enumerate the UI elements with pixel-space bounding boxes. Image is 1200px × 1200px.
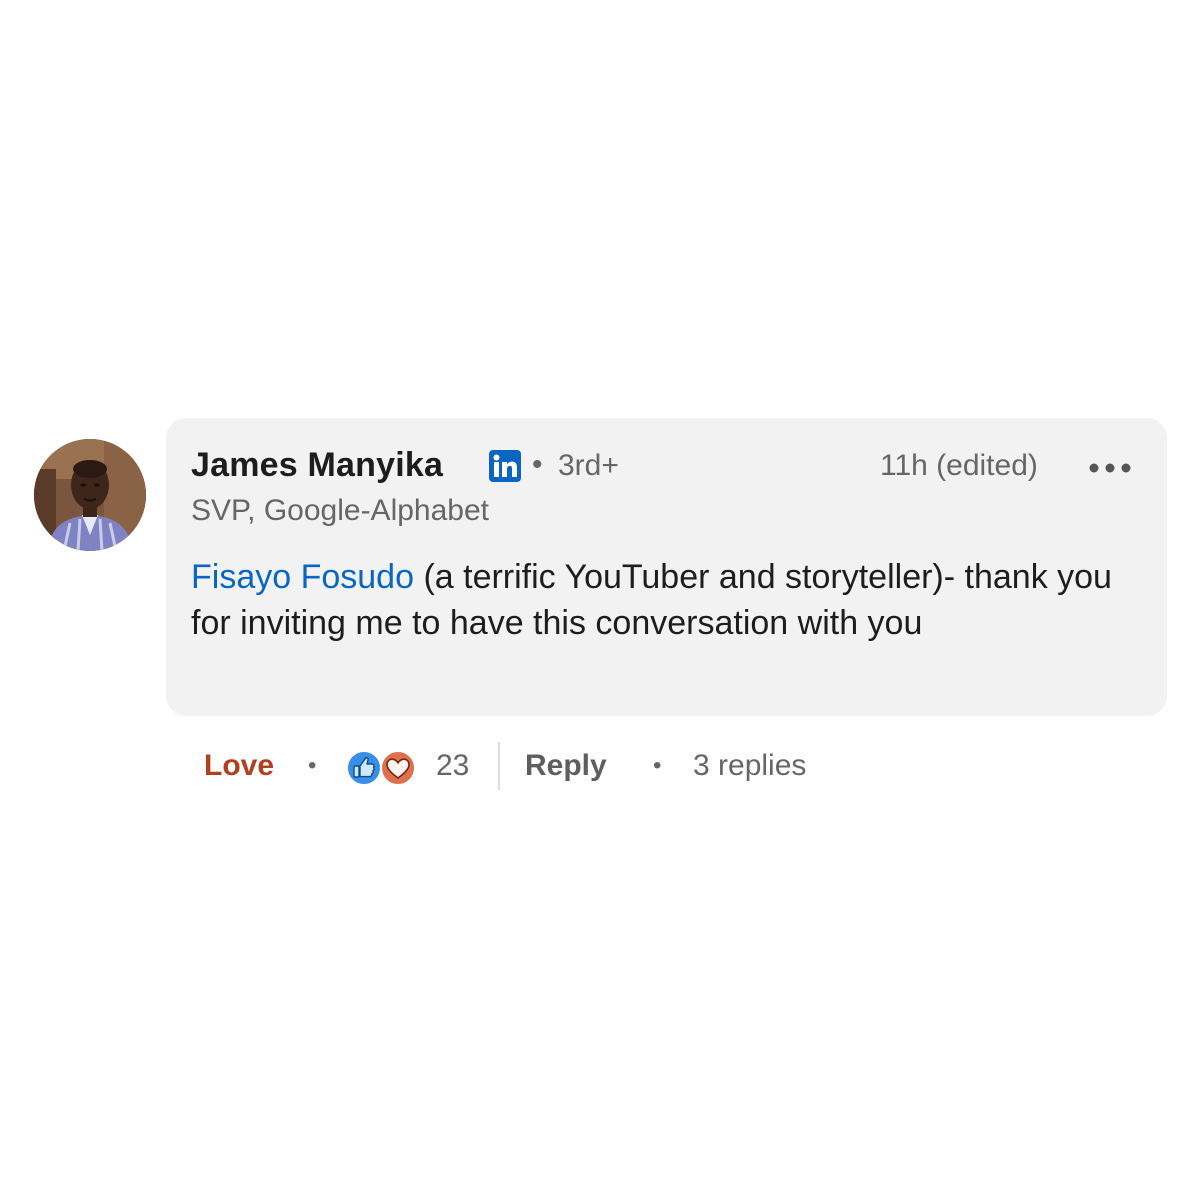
action-divider <box>498 742 500 790</box>
author-headline: SVP, Google-Alphabet <box>191 494 489 527</box>
connection-degree: 3rd+ <box>558 449 619 482</box>
profile-photo <box>34 439 146 551</box>
like-icon <box>346 750 382 786</box>
replies-link[interactable]: 3 replies <box>693 749 806 783</box>
degree-separator: • <box>532 448 543 481</box>
reaction-count[interactable]: 23 <box>436 749 469 783</box>
action-separator: • <box>653 752 662 779</box>
reply-button[interactable]: Reply <box>525 749 607 783</box>
comment-text: Fisayo Fosudo (a terrific YouTuber and s… <box>191 554 1151 646</box>
comment-timestamp: 11h (edited) <box>880 449 1038 482</box>
mention-link[interactable]: Fisayo Fosudo <box>191 558 414 596</box>
linkedin-icon <box>489 450 521 482</box>
more-options-icon[interactable] <box>1088 462 1132 474</box>
comment-bubble: James Manyika • 3rd+ 11h (edited) SVP, G… <box>166 418 1167 716</box>
reaction-icons[interactable] <box>344 748 418 788</box>
love-icon <box>380 750 416 786</box>
author-name[interactable]: James Manyika <box>191 446 443 485</box>
comment-actions: Love • 23 Reply • 3 replies <box>0 740 1200 796</box>
action-separator: • <box>308 752 317 779</box>
love-button[interactable]: Love <box>204 749 274 783</box>
comment-page: James Manyika • 3rd+ 11h (edited) SVP, G… <box>0 0 1200 1200</box>
author-avatar[interactable] <box>34 439 146 551</box>
